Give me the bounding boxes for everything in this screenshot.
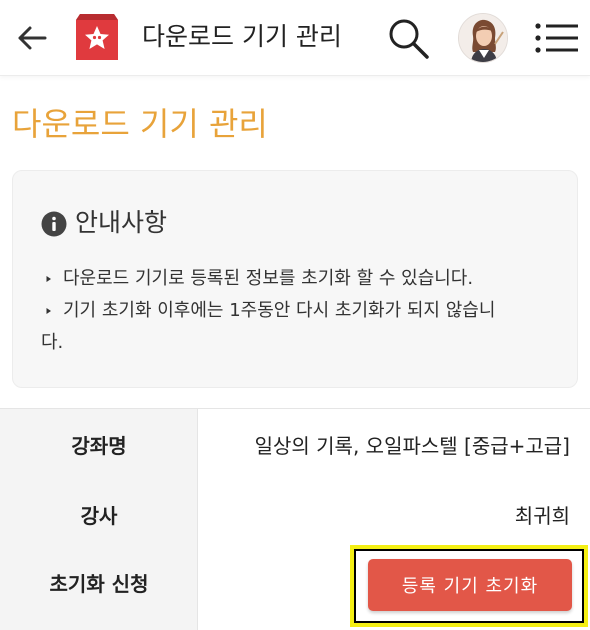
page-title: 다운로드 기기 관리 [12,105,268,143]
app-title: 다운로드 기기 관리 [142,22,342,51]
course-name-label: 강좌명 [71,434,127,458]
search-icon[interactable] [386,16,430,60]
notice-title: 안내사항 [75,208,168,237]
avatar[interactable] [458,13,508,63]
notice-item: 기기 초기화 이후에는 1주동안 다시 초기화가 되지 않습니 [63,300,496,321]
back-arrow-icon[interactable] [14,20,50,56]
notice-box: 안내사항 다운로드 기기로 등록된 정보를 초기화 할 수 있습니다. 기기 초… [12,170,578,388]
notice-item: 다운로드 기기로 등록된 정보를 초기화 할 수 있습니다. [63,268,474,289]
reset-device-button[interactable]: 등록 기기 초기화 [368,559,572,611]
menu-icon[interactable] [534,20,580,56]
app-bar: 다운로드 기기 관리 [0,0,590,76]
instructor-value: 최귀희 [514,504,570,528]
info-icon [41,211,67,237]
instructor-label: 강사 [80,504,118,528]
course-name-value: 일상의 기록, 오일파스텔 [중급+고급] [254,434,570,458]
bullet-icon [46,276,51,282]
notice-item-wrap: 다. [41,332,64,353]
app-logo[interactable] [74,12,120,62]
reset-request-label: 초기화 신청 [49,572,149,596]
bullet-icon [46,308,51,314]
